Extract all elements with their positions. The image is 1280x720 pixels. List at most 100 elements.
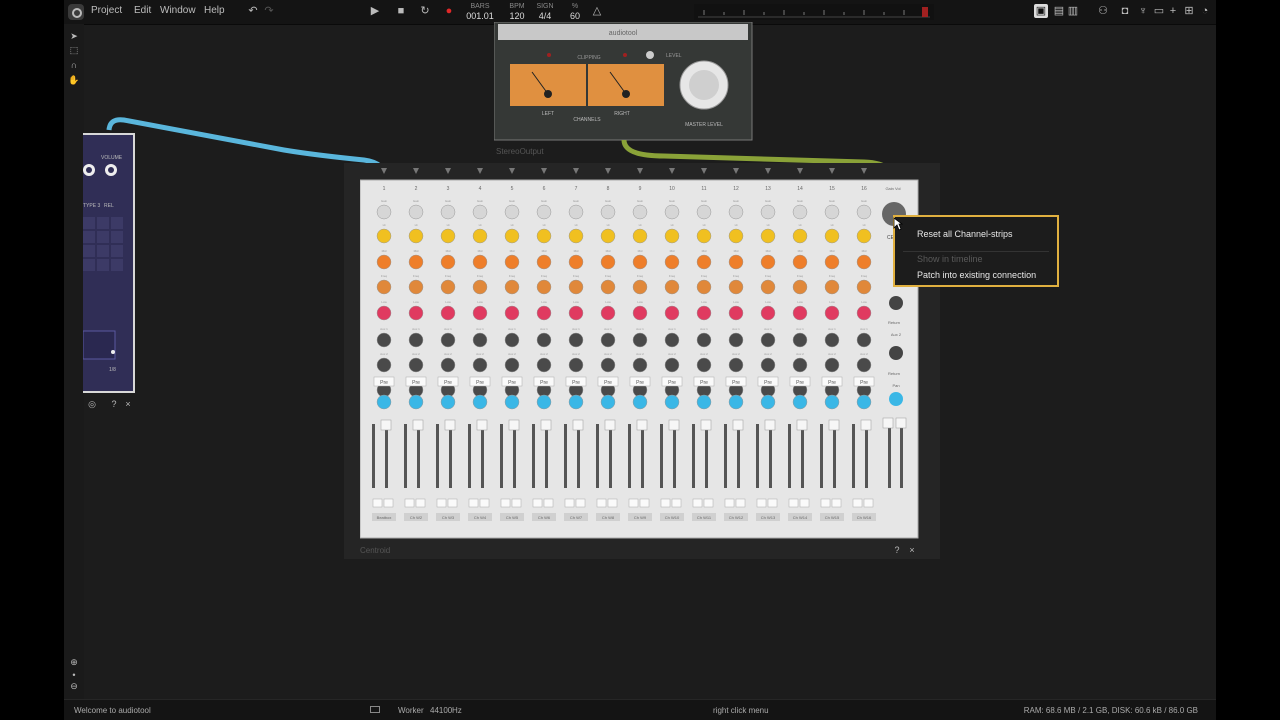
- pan-knob[interactable]: [536, 394, 552, 410]
- knob-aux-2[interactable]: [792, 357, 808, 373]
- fader-handle[interactable]: [604, 419, 616, 431]
- knob-mid[interactable]: [760, 254, 776, 270]
- input-arrow-icon[interactable]: [669, 168, 675, 174]
- pan-knob[interactable]: [632, 394, 648, 410]
- knob-aux-2[interactable]: [664, 357, 680, 373]
- solo-button[interactable]: [703, 498, 714, 508]
- knob-aux-2[interactable]: [568, 357, 584, 373]
- fader-handle[interactable]: [636, 419, 648, 431]
- knob-mid[interactable]: [856, 254, 872, 270]
- pan-knob[interactable]: [472, 394, 488, 410]
- mute-button[interactable]: [756, 498, 767, 508]
- menu-item-patch-into-connection[interactable]: Patch into existing connection: [917, 270, 1036, 280]
- mute-button[interactable]: [628, 498, 639, 508]
- knob-aux-1[interactable]: [568, 332, 584, 348]
- knob-mid[interactable]: [440, 254, 456, 270]
- knob-mid[interactable]: [472, 254, 488, 270]
- fader-handle[interactable]: [764, 419, 776, 431]
- input-arrow-icon[interactable]: [541, 168, 547, 174]
- mute-button[interactable]: [852, 498, 863, 508]
- knob-freq[interactable]: [856, 279, 872, 295]
- solo-button[interactable]: [511, 498, 522, 508]
- knob-gain[interactable]: [696, 204, 712, 220]
- knob-low[interactable]: [856, 305, 872, 321]
- knob-low[interactable]: [440, 305, 456, 321]
- knob-low[interactable]: [824, 305, 840, 321]
- mute-button[interactable]: [372, 498, 383, 508]
- fader-handle[interactable]: [412, 419, 424, 431]
- input-arrow-icon[interactable]: [381, 168, 387, 174]
- knob-hi[interactable]: [440, 228, 456, 244]
- fader-handle[interactable]: [476, 419, 488, 431]
- master-fader-left[interactable]: [882, 417, 894, 429]
- knob-aux-1[interactable]: [792, 332, 808, 348]
- knob-hi[interactable]: [472, 228, 488, 244]
- knob-mid[interactable]: [408, 254, 424, 270]
- input-arrow-icon[interactable]: [509, 168, 515, 174]
- knob-low[interactable]: [600, 305, 616, 321]
- knob-mid[interactable]: [600, 254, 616, 270]
- knob-hi[interactable]: [696, 228, 712, 244]
- knob-low[interactable]: [536, 305, 552, 321]
- knob-aux-2[interactable]: [760, 357, 776, 373]
- knob-hi[interactable]: [376, 228, 392, 244]
- fader-handle[interactable]: [796, 419, 808, 431]
- knob-freq[interactable]: [696, 279, 712, 295]
- knob-aux-1[interactable]: [632, 332, 648, 348]
- pan-knob[interactable]: [728, 394, 744, 410]
- knob-aux-1[interactable]: [376, 332, 392, 348]
- pan-knob[interactable]: [824, 394, 840, 410]
- knob-gain[interactable]: [856, 204, 872, 220]
- knob-low[interactable]: [792, 305, 808, 321]
- pan-knob[interactable]: [376, 394, 392, 410]
- knob-hi[interactable]: [504, 228, 520, 244]
- knob-low[interactable]: [632, 305, 648, 321]
- input-arrow-icon[interactable]: [701, 168, 707, 174]
- solo-button[interactable]: [447, 498, 458, 508]
- knob-mid[interactable]: [376, 254, 392, 270]
- knob-freq[interactable]: [472, 279, 488, 295]
- knob-gain[interactable]: [440, 204, 456, 220]
- pan-knob[interactable]: [696, 394, 712, 410]
- knob-gain[interactable]: [728, 204, 744, 220]
- knob-aux-1[interactable]: [824, 332, 840, 348]
- knob-low[interactable]: [376, 305, 392, 321]
- fader-handle[interactable]: [508, 419, 520, 431]
- fader-handle[interactable]: [700, 419, 712, 431]
- knob-mid[interactable]: [504, 254, 520, 270]
- pan-knob[interactable]: [792, 394, 808, 410]
- knob-aux-2[interactable]: [472, 357, 488, 373]
- knob-aux-2[interactable]: [856, 357, 872, 373]
- master-fader-right[interactable]: [895, 417, 907, 429]
- knob-freq[interactable]: [440, 279, 456, 295]
- knob-gain[interactable]: [472, 204, 488, 220]
- knob-gain[interactable]: [824, 204, 840, 220]
- knob-low[interactable]: [760, 305, 776, 321]
- solo-button[interactable]: [639, 498, 650, 508]
- pan-knob[interactable]: [440, 394, 456, 410]
- knob-gain[interactable]: [504, 204, 520, 220]
- fader-handle[interactable]: [540, 419, 552, 431]
- knob-aux-1[interactable]: [664, 332, 680, 348]
- knob-freq[interactable]: [568, 279, 584, 295]
- knob-gain[interactable]: [376, 204, 392, 220]
- mixer-close-icon[interactable]: ×: [906, 544, 918, 556]
- knob-hi[interactable]: [824, 228, 840, 244]
- knob-hi[interactable]: [792, 228, 808, 244]
- pan-knob[interactable]: [856, 394, 872, 410]
- mute-button[interactable]: [724, 498, 735, 508]
- knob-aux-2[interactable]: [440, 357, 456, 373]
- input-arrow-icon[interactable]: [573, 168, 579, 174]
- knob-mid[interactable]: [696, 254, 712, 270]
- aux-2-return-knob[interactable]: [889, 346, 903, 360]
- fader-handle[interactable]: [380, 419, 392, 431]
- menu-item-reset-channel-strips[interactable]: Reset all Channel-strips: [917, 229, 1013, 239]
- knob-freq[interactable]: [632, 279, 648, 295]
- knob-aux-1[interactable]: [504, 332, 520, 348]
- knob-freq[interactable]: [824, 279, 840, 295]
- fader-handle[interactable]: [572, 419, 584, 431]
- knob-aux-2[interactable]: [408, 357, 424, 373]
- knob-aux-1[interactable]: [440, 332, 456, 348]
- solo-button[interactable]: [863, 498, 874, 508]
- knob-gain[interactable]: [536, 204, 552, 220]
